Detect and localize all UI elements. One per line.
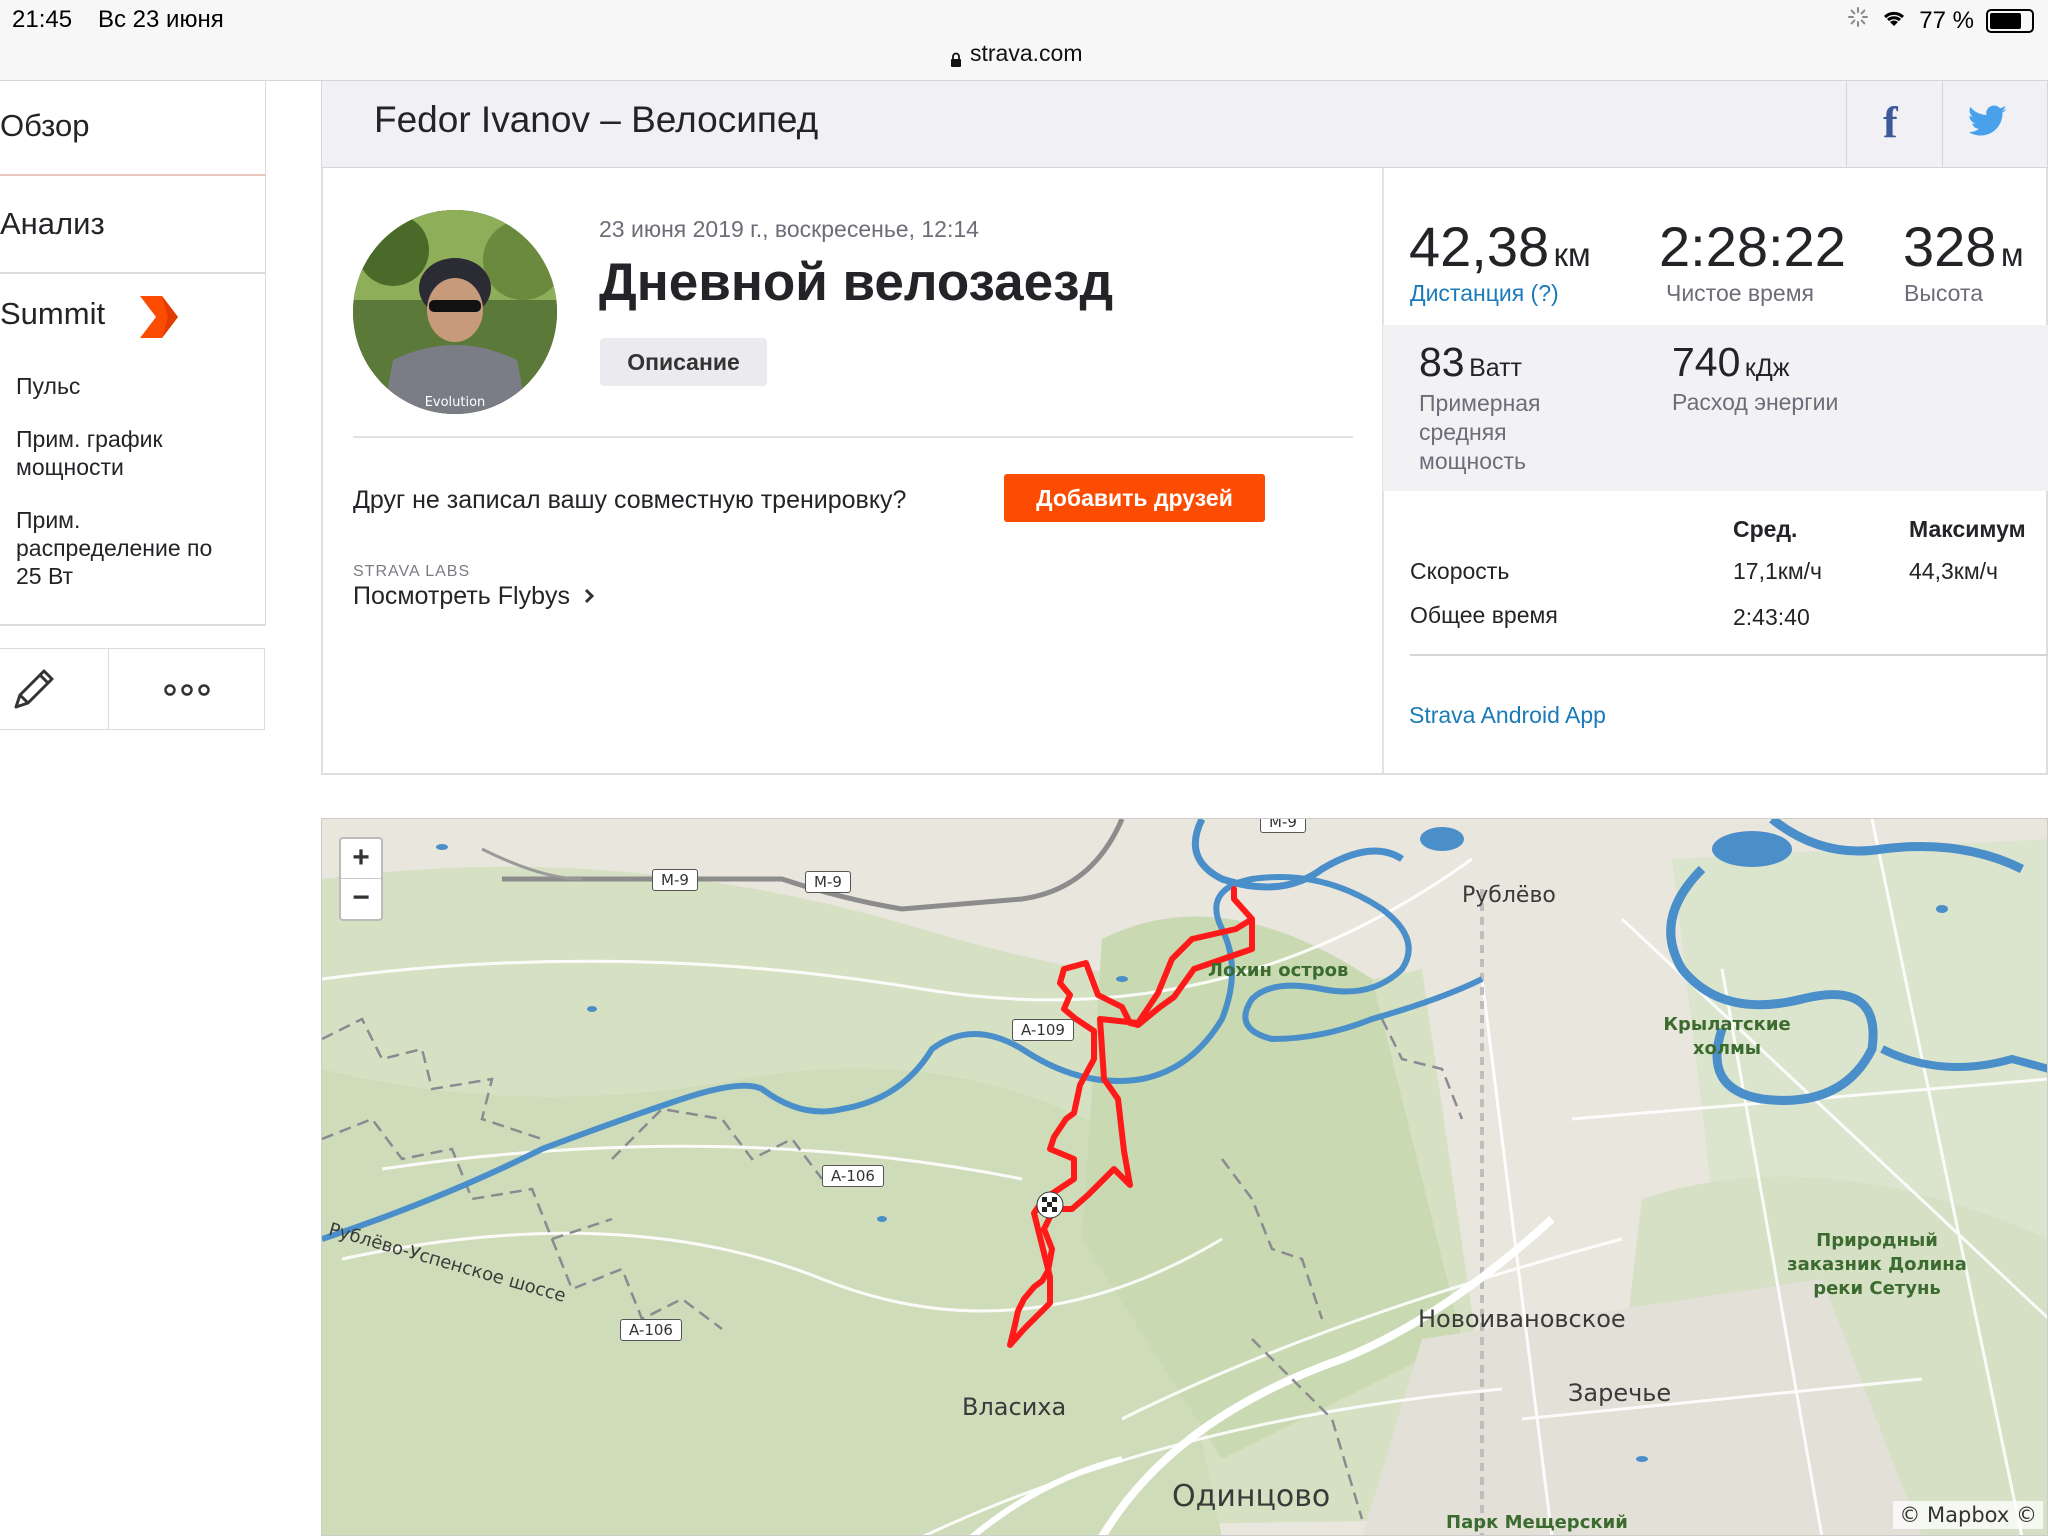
battery-icon <box>1986 8 2034 33</box>
activity-summary-card: Evolution 23 июня 2019 г., воскресенье, … <box>321 168 2048 775</box>
twitter-icon <box>1968 105 2009 144</box>
divider <box>353 436 1353 438</box>
address-bar[interactable]: strava.com <box>950 40 1082 67</box>
sidebar-item-analysis[interactable]: Анализ <box>0 176 266 274</box>
power-panel: 83 Ватт Примерная средняя мощность 740 к… <box>1383 325 2048 491</box>
distance-help-link[interactable]: Дистанция (?) <box>1410 280 1559 307</box>
svg-text:Evolution: Evolution <box>425 395 486 410</box>
col-header-avg: Сред. <box>1733 516 1798 542</box>
summit-chevron-icon <box>138 294 180 348</box>
flybys-link-label: Посмотреть Flybys <box>353 582 570 610</box>
labs-caption: STRAVA LABS <box>353 563 471 580</box>
status-time: 21:45 <box>12 6 73 33</box>
stat-value: 83 <box>1419 339 1465 385</box>
stat-power: 83 Ватт <box>1419 339 1522 386</box>
stat-value: 42,38 <box>1409 215 1550 278</box>
stat-elevation: 328 м <box>1903 214 2024 279</box>
share-facebook-button[interactable]: f <box>1846 81 1943 167</box>
sidebar-actions <box>0 648 265 730</box>
col-header-max: Максимум <box>1909 516 2026 542</box>
stat-elevation-label: Высота <box>1904 280 1983 306</box>
stat-unit: Ватт <box>1469 354 1522 382</box>
stat-unit: км <box>1553 236 1591 273</box>
stat-energy-label: Расход энергии <box>1672 389 1839 415</box>
stat-unit: м <box>2000 236 2024 273</box>
status-indicators: 77 % <box>1847 6 2034 35</box>
status-date: Вс 23 июня <box>98 6 224 33</box>
road-shield-m9: M-9 <box>805 871 851 893</box>
avatar[interactable]: Evolution <box>353 210 557 414</box>
map-label-zarechye: Заречье <box>1568 1379 1672 1407</box>
elapsed-avg: 2:43:40 <box>1733 604 1810 630</box>
map-label-zakaznik: Природный заказник Долина реки Сетунь <box>1787 1230 1967 1299</box>
zoom-in-button[interactable]: + <box>341 839 381 879</box>
share-twitter-button[interactable] <box>1942 81 2048 167</box>
zoom-controls: + − <box>339 837 383 921</box>
map-label-krylatskie: Крылатские холмы <box>1663 1014 1791 1059</box>
lock-icon <box>950 47 962 67</box>
map-label-odintsovo: Одинцово <box>1172 1479 1331 1514</box>
pencil-icon <box>12 667 56 716</box>
sidebar-item-label: Анализ <box>0 206 105 241</box>
map-label-vlasikha: Власиха <box>962 1393 1067 1421</box>
facebook-icon: f <box>1883 98 1898 147</box>
activity-map[interactable]: + − M-9 M-9 M-9 A-109 A-106 A-106 Рублёв… <box>321 818 2048 1536</box>
sidebar-item-overview[interactable]: Обзор <box>0 80 266 176</box>
activity-name: Дневной велозаезд <box>599 253 1114 312</box>
more-actions-button[interactable] <box>108 649 265 729</box>
browser-status-bar: 21:45 Вс 23 июня strava.com 77 % <box>0 0 2048 81</box>
stat-unit: кДж <box>1744 354 1790 382</box>
speed-avg: 17,1км/ч <box>1733 558 1823 584</box>
url-text: strava.com <box>970 40 1083 66</box>
road-shield-m9: M-9 <box>1260 819 1306 833</box>
map-label-novoivanovskoe: Новоивановское <box>1418 1305 1626 1333</box>
page-title: Fedor Ivanov – Велосипед <box>374 99 819 140</box>
device-link[interactable]: Strava Android App <box>1409 702 1606 729</box>
add-friends-button[interactable]: Добавить друзей <box>1004 474 1265 522</box>
sidebar-item-label: Обзор <box>0 108 90 143</box>
stat-value: 740 <box>1672 339 1741 385</box>
stat-moving-time-label: Чистое время <box>1666 280 1814 306</box>
more-dots-icon <box>164 683 210 701</box>
sidebar-sub-pulse[interactable]: Пульс <box>16 372 236 400</box>
wifi-icon <box>1881 7 1907 35</box>
chevron-right-icon <box>584 582 595 611</box>
road-shield-a106: A-106 <box>620 1319 682 1341</box>
map-attribution[interactable]: © Mapbox © <box>1893 1501 2043 1529</box>
flybys-link[interactable]: Посмотреть Flybys <box>353 582 595 611</box>
stat-moving-time: 2:28:22 <box>1659 215 1846 278</box>
battery-percent: 77 % <box>1919 6 1974 34</box>
sidebar-sub-power-graph[interactable]: Прим. график мощности <box>16 425 236 481</box>
map-label-lokhin: Лохин остров <box>1208 960 1349 981</box>
row-label-speed: Скорость <box>1410 558 1510 584</box>
map-label-park: Парк Мещерский <box>1446 1512 1628 1533</box>
activity-datetime: 23 июня 2019 г., воскресенье, 12:14 <box>599 216 979 242</box>
edit-button[interactable] <box>0 649 109 729</box>
sidebar-sub-power-distribution[interactable]: Прим. распределение по 25 Вт <box>16 506 236 590</box>
loading-spinner-icon <box>1847 6 1869 35</box>
road-shield-a106: A-106 <box>822 1165 884 1187</box>
map-label-rublevo: Рублёво <box>1462 883 1556 908</box>
stat-distance: 42,38 км <box>1409 214 1591 279</box>
zoom-out-button[interactable]: − <box>341 879 381 918</box>
table-divider <box>1410 654 2048 656</box>
map-canvas <box>322 819 2047 1535</box>
road-shield-a109: A-109 <box>1012 1019 1074 1041</box>
stat-power-label: Примерная средняя мощность <box>1419 390 1541 474</box>
row-label-elapsed: Общее время <box>1410 602 1558 628</box>
stat-value: 328 <box>1903 215 1997 278</box>
speed-max: 44,3км/ч <box>1909 558 1999 584</box>
sidebar-item-label: Summit <box>0 296 106 331</box>
activity-header: Fedor Ivanov – Велосипед f <box>321 80 2048 168</box>
friend-prompt: Друг не записал вашу совместную трениров… <box>353 486 907 514</box>
road-shield-m9: M-9 <box>652 869 698 891</box>
stat-energy: 740 кДж <box>1672 339 1789 386</box>
description-button[interactable]: Описание <box>600 338 767 386</box>
